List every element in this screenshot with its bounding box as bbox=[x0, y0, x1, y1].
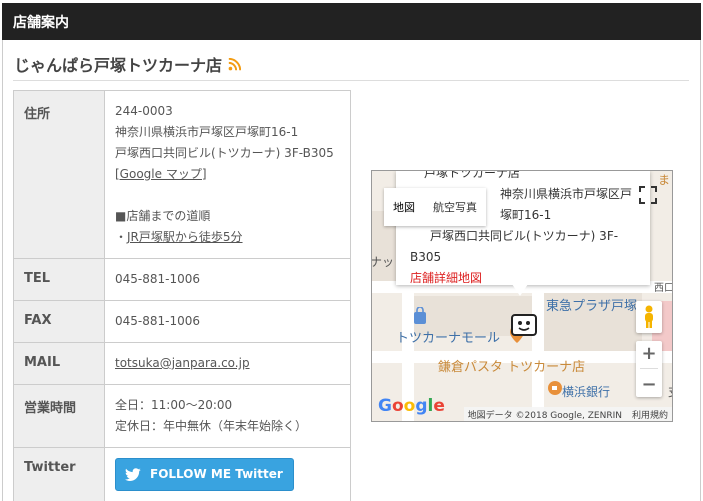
twitter-button-label: FOLLOW ME Twitter bbox=[150, 467, 283, 481]
directions-line: ・JR戸塚駅から徒歩5分 bbox=[115, 227, 340, 248]
store-marker-icon[interactable] bbox=[510, 313, 540, 339]
map-label-kamakura: 鎌倉パスタ トツカーナ店 bbox=[438, 360, 586, 375]
address-cell: 244-0003 神奈川県横浜市戸塚区戸塚町16-1 戸塚西口共同ビル(トツカー… bbox=[104, 90, 351, 259]
google-logo: Google bbox=[378, 396, 445, 416]
address-line-2: 戸塚西口共同ビル(トツカーナ) 3F-B305 bbox=[115, 146, 334, 160]
fax-row: FAX 045-881-1006 bbox=[13, 300, 351, 343]
google-map-link[interactable]: [Google マップ] bbox=[115, 167, 207, 181]
zoom-control: + − bbox=[636, 341, 662, 397]
info-window-line-3: B305 bbox=[410, 250, 442, 264]
postal-code: 244-0003 bbox=[115, 104, 173, 118]
twitter-bird-icon bbox=[125, 467, 141, 481]
fax-value: 045-881-1006 bbox=[104, 300, 351, 343]
section-title: 店舗案内 bbox=[13, 14, 69, 31]
address-row: 住所 244-0003 神奈川県横浜市戸塚区戸塚町16-1 戸塚西口共同ビル(ト… bbox=[13, 90, 351, 259]
map-data-credit: 地図データ ©2018 Google, ZENRIN bbox=[467, 411, 622, 421]
holiday-value: 定休日：年中無休（年末年始除く） bbox=[115, 419, 308, 433]
store-name: じゃんぱら戸塚トツカーナ店 bbox=[14, 56, 223, 75]
zoom-in-button[interactable]: + bbox=[641, 343, 656, 364]
rss-icon[interactable] bbox=[228, 57, 242, 71]
address-label: 住所 bbox=[13, 90, 105, 259]
map-label-shi: 支 bbox=[668, 383, 672, 400]
terms-of-use-link[interactable]: 利用規約 bbox=[632, 408, 668, 421]
hours-value: 全日：11:00～20:00 bbox=[115, 398, 233, 412]
mail-link[interactable]: totsuka@janpara.co.jp bbox=[115, 356, 250, 370]
twitter-row: Twitter FOLLOW ME Twitter bbox=[13, 447, 351, 501]
store-title: じゃんぱら戸塚トツカーナ店 bbox=[14, 52, 242, 76]
zoom-out-button[interactable]: − bbox=[641, 374, 656, 395]
info-window-line-2: 戸塚西口共同ビル(トツカーナ) 3F- bbox=[430, 229, 619, 243]
map-attribution: 地図データ ©2018 Google, ZENRIN 利用規約 bbox=[463, 407, 672, 421]
info-window-line-0: 戸塚トツカーナ店 bbox=[424, 170, 521, 180]
cafe-icon bbox=[548, 381, 562, 395]
info-window-tail bbox=[512, 284, 528, 296]
shopping-bag-icon bbox=[414, 307, 426, 324]
directions-bullet: ・ bbox=[115, 230, 128, 244]
mail-row: MAIL totsuka@janpara.co.jp bbox=[13, 342, 351, 385]
directions-link[interactable]: JR戸塚駅から徒歩5分 bbox=[127, 230, 243, 244]
directions-heading: ■店舗までの道順 bbox=[115, 209, 211, 223]
map-label-na: ナッ bbox=[371, 255, 395, 269]
tel-label: TEL bbox=[13, 258, 105, 301]
map-type-map-button[interactable]: 地図 bbox=[384, 188, 424, 226]
mail-label: MAIL bbox=[13, 342, 105, 385]
tel-value: 045-881-1006 bbox=[104, 258, 351, 301]
twitter-label: Twitter bbox=[13, 447, 105, 501]
title-divider bbox=[13, 80, 689, 81]
mail-cell: totsuka@janpara.co.jp bbox=[104, 342, 351, 385]
street-view-pegman[interactable] bbox=[636, 301, 662, 333]
twitter-follow-button[interactable]: FOLLOW ME Twitter bbox=[115, 458, 294, 491]
address-line-1: 神奈川県横浜市戸塚区戸塚町16-1 bbox=[115, 125, 299, 139]
map-type-satellite-button[interactable]: 航空写真 bbox=[424, 188, 486, 226]
twitter-cell: FOLLOW ME Twitter bbox=[104, 447, 351, 501]
map-label-bank: 横浜銀行 bbox=[562, 385, 611, 399]
embedded-map[interactable]: ナッ ま トツカーナモール 東急プラザ戸塚 西口 鎌倉パスタ トツカーナ店 横浜… bbox=[371, 170, 673, 422]
pegman-icon bbox=[645, 305, 653, 328]
map-label-mall: トツカーナモール bbox=[396, 331, 501, 346]
map-type-control: 地図 航空写真 bbox=[384, 188, 486, 226]
hours-row: 営業時間 全日：11:00～20:00 定休日：年中無休（年末年始除く） bbox=[13, 384, 351, 448]
store-info-table: 住所 244-0003 神奈川県横浜市戸塚区戸塚町16-1 戸塚西口共同ビル(ト… bbox=[13, 90, 351, 501]
map-label-west: 西口 bbox=[654, 283, 673, 294]
fullscreen-icon[interactable] bbox=[636, 183, 660, 207]
section-header: 店舗案内 bbox=[2, 3, 701, 40]
map-label-tokyu: 東急プラザ戸塚 bbox=[546, 299, 638, 314]
fax-label: FAX bbox=[13, 300, 105, 343]
hours-cell: 全日：11:00～20:00 定休日：年中無休（年末年始除く） bbox=[104, 384, 351, 448]
hours-label: 営業時間 bbox=[13, 384, 105, 448]
tel-row: TEL 045-881-1006 bbox=[13, 258, 351, 301]
